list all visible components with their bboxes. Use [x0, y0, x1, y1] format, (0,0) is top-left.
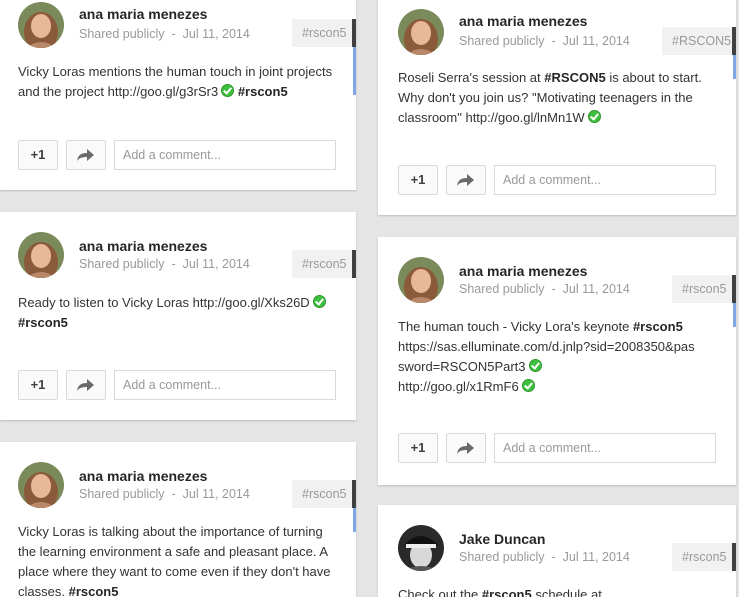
share-button[interactable] [446, 165, 486, 195]
green-check-icon [521, 379, 535, 392]
post-date[interactable]: Jul 11, 2014 [183, 257, 250, 271]
accent-bar [353, 47, 356, 95]
post-date[interactable]: Jul 11, 2014 [183, 487, 250, 501]
post-card: ana maria menezes Shared publicly - Jul 11… [378, 0, 736, 215]
post-text: Roseli Serra's session at #RSCON5 is abo… [398, 70, 702, 125]
visibility-label: Shared publicly [79, 27, 165, 41]
author-name[interactable]: ana maria menezes [459, 13, 587, 29]
post-meta: Shared publicly - Jul 11, 2014 [459, 550, 630, 564]
hashtag-badge[interactable]: #rscon5 [672, 543, 736, 571]
share-button[interactable] [446, 433, 486, 463]
share-button[interactable] [66, 140, 106, 170]
visibility-label: Shared publicly [79, 257, 165, 271]
author-avatar[interactable] [398, 525, 444, 571]
hashtag-badge[interactable]: #rscon5 [292, 19, 356, 47]
hashtag-badge[interactable]: #rscon5 [672, 275, 736, 303]
author-name[interactable]: ana maria menezes [79, 238, 207, 254]
plus-one-button[interactable]: +1 [398, 165, 438, 195]
plus-one-button[interactable]: +1 [18, 370, 58, 400]
hashtag-badge[interactable]: #rscon5 [292, 480, 356, 508]
comment-input[interactable]: Add a comment... [494, 165, 716, 195]
visibility-label: Shared publicly [79, 487, 165, 501]
comment-input[interactable]: Add a comment... [494, 433, 716, 463]
hashtag-link[interactable]: #rscon5 [69, 584, 119, 597]
author-name[interactable]: Jake Duncan [459, 531, 545, 547]
post-text: Ready to listen to Vicky Loras http://go… [18, 293, 343, 333]
post-text: Check out the #rscon5 schedule at [398, 585, 713, 597]
post-meta: Shared publicly - Jul 11, 2014 [79, 487, 250, 501]
visibility-label: Shared publicly [459, 282, 545, 296]
author-name[interactable]: ana maria menezes [79, 6, 207, 22]
post-meta: Shared publicly - Jul 11, 2014 [459, 34, 630, 48]
share-arrow-icon [457, 442, 474, 454]
post-date[interactable]: Jul 11, 2014 [563, 282, 630, 296]
post-meta: Shared publicly - Jul 11, 2014 [79, 27, 250, 41]
post-date[interactable]: Jul 11, 2014 [563, 34, 630, 48]
share-arrow-icon [457, 174, 474, 186]
share-arrow-icon [77, 379, 94, 391]
post-link[interactable]: https://sas.elluminate.com/d.jnlp?sid=20… [398, 339, 695, 374]
green-check-icon [312, 295, 326, 308]
post-date[interactable]: Jul 11, 2014 [183, 27, 250, 41]
green-check-icon [528, 359, 542, 372]
hashtag-badge[interactable]: #rscon5 [292, 250, 356, 278]
post-text: Vicky Loras is talking about the importa… [18, 524, 331, 597]
hashtag-badge[interactable]: #RSCON5 [662, 27, 736, 55]
post-text: Vicky Loras mentions the human touch in … [18, 64, 333, 99]
post-card: ana maria menezes Shared publicly - Jul 11… [0, 442, 356, 597]
author-avatar[interactable] [18, 462, 64, 508]
accent-bar [733, 303, 736, 327]
post-meta: Shared publicly - Jul 11, 2014 [459, 282, 630, 296]
hashtag-link[interactable]: #rscon5 [238, 84, 288, 99]
accent-bar [733, 55, 736, 79]
post-card: ana maria menezes Shared publicly - Jul 11… [0, 212, 356, 420]
share-button[interactable] [66, 370, 106, 400]
post-card: ana maria menezes Shared publicly - Jul 11… [0, 0, 356, 190]
plus-one-button[interactable]: +1 [18, 140, 58, 170]
green-check-icon [587, 110, 601, 123]
author-name[interactable]: ana maria menezes [79, 468, 207, 484]
comment-input[interactable]: Add a comment... [114, 370, 336, 400]
share-arrow-icon [77, 149, 94, 161]
comment-input[interactable]: Add a comment... [114, 140, 336, 170]
post-meta: Shared publicly - Jul 11, 2014 [79, 257, 250, 271]
hashtag-link[interactable]: #rscon5 [18, 315, 68, 330]
visibility-label: Shared publicly [459, 550, 545, 564]
plus-one-button[interactable]: +1 [398, 433, 438, 463]
accent-bar [353, 508, 356, 532]
post-date[interactable]: Jul 11, 2014 [563, 550, 630, 564]
author-avatar[interactable] [18, 2, 64, 48]
post-card: ana maria menezes Shared publicly - Jul 11… [378, 237, 736, 485]
hashtag-link[interactable]: #rscon5 [482, 587, 532, 597]
hashtag-link[interactable]: #RSCON5 [544, 70, 605, 85]
visibility-label: Shared publicly [459, 34, 545, 48]
hashtag-link[interactable]: #rscon5 [633, 319, 683, 334]
author-avatar[interactable] [398, 257, 444, 303]
author-name[interactable]: ana maria menezes [459, 263, 587, 279]
author-avatar[interactable] [398, 9, 444, 55]
post-link[interactable]: http://goo.gl/x1RmF6 [398, 379, 519, 394]
post-card: Jake Duncan Shared publicly - Jul 11, 2014… [378, 505, 736, 597]
post-text: The human touch - Vicky Lora's keynote #… [398, 319, 695, 394]
green-check-icon [221, 84, 235, 97]
author-avatar[interactable] [18, 232, 64, 278]
